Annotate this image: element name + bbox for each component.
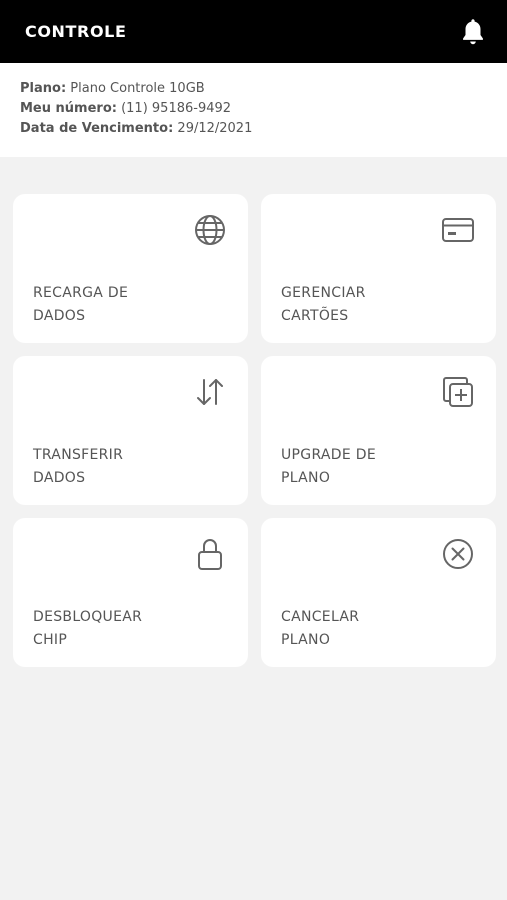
credit-card-icon — [438, 210, 478, 250]
number-label: Meu número: — [20, 101, 117, 116]
due-date-value: 29/12/2021 — [177, 121, 253, 136]
close-circle-icon — [438, 534, 478, 574]
card-label: DESBLOQUEAR CHIP — [33, 609, 143, 648]
upgrade-plan-card[interactable]: UPGRADE DE PLANO — [261, 356, 496, 505]
due-date-label: Data de Vencimento: — [20, 121, 174, 136]
recharge-data-card[interactable]: RECARGA DE DADOS — [13, 194, 248, 343]
card-label: TRANSFERIR DADOS — [33, 447, 124, 486]
action-grid: RECARGA DE DADOS GERENCIAR CARTÕES TRANS… — [13, 194, 496, 667]
due-date-row: Data de Vencimento: 29/12/2021 — [20, 119, 487, 139]
globe-icon — [190, 210, 230, 250]
lock-icon — [190, 534, 230, 574]
bell-icon[interactable] — [459, 17, 487, 47]
plan-label: Plano: — [20, 81, 67, 96]
number-row: Meu número: (11) 95186-9492 — [20, 99, 487, 119]
manage-cards-card[interactable]: GERENCIAR CARTÕES — [261, 194, 496, 343]
transfer-data-card[interactable]: TRANSFERIR DADOS — [13, 356, 248, 505]
card-label: UPGRADE DE PLANO — [281, 447, 376, 486]
card-label: CANCELAR PLANO — [281, 609, 360, 648]
plan-value: Plano Controle 10GB — [70, 81, 205, 96]
page-title: CONTROLE — [25, 22, 127, 41]
app-header: CONTROLE — [0, 0, 507, 63]
plan-row: Plano: Plano Controle 10GB — [20, 79, 487, 99]
add-copy-icon — [438, 372, 478, 412]
card-label: RECARGA DE DADOS — [33, 285, 129, 324]
plan-info: Plano: Plano Controle 10GB Meu número: (… — [0, 63, 507, 157]
unlock-chip-card[interactable]: DESBLOQUEAR CHIP — [13, 518, 248, 667]
number-value: (11) 95186-9492 — [121, 101, 232, 116]
transfer-arrows-icon — [190, 372, 230, 412]
cancel-plan-card[interactable]: CANCELAR PLANO — [261, 518, 496, 667]
card-label: GERENCIAR CARTÕES — [281, 285, 366, 324]
